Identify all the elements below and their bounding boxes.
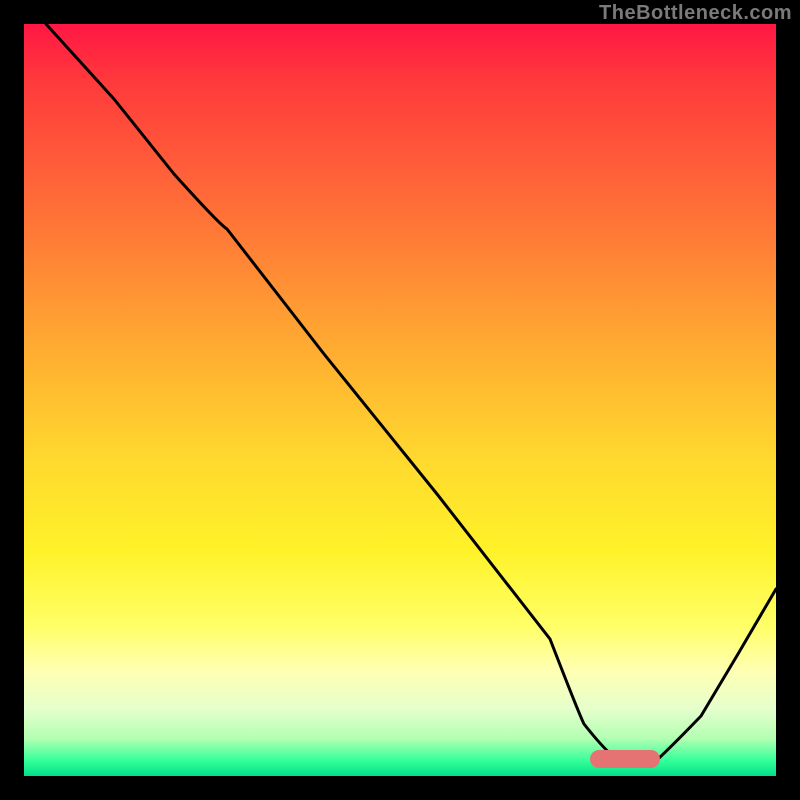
chart-frame: TheBottleneck.com: [0, 0, 800, 800]
watermark-text: TheBottleneck.com: [599, 2, 792, 25]
plot-area: [24, 24, 776, 776]
optimal-marker: [590, 750, 660, 768]
bottleneck-curve: [46, 24, 776, 762]
chart-overlay-svg: [24, 24, 776, 776]
